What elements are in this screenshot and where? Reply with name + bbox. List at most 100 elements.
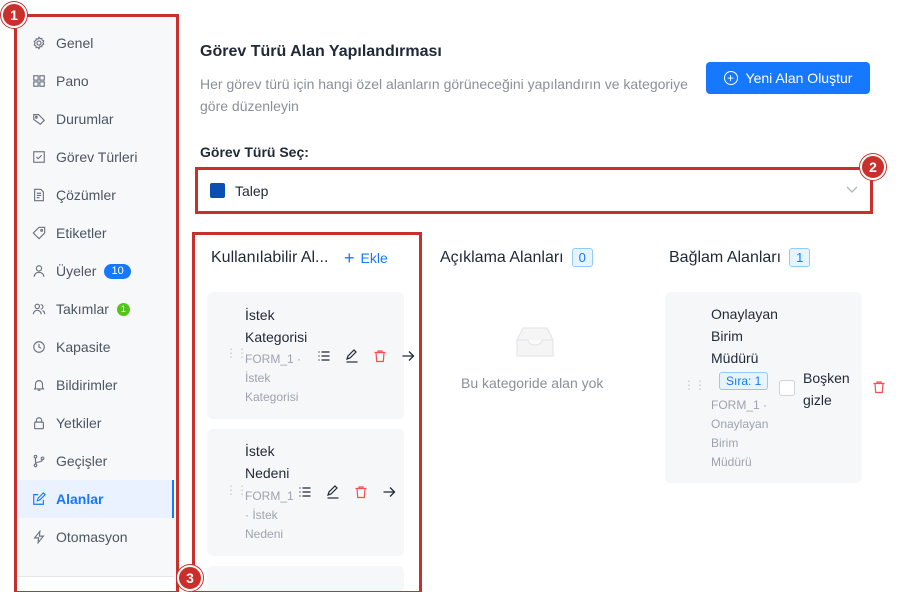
plus-icon: +: [344, 248, 355, 268]
field-card-key: FORM_1 · Onaylayan Birim Müdürü: [711, 396, 768, 472]
plus-circle-icon: +: [723, 71, 738, 85]
bolt-icon: [32, 530, 46, 544]
field-card-key-line: Müdürü: [711, 455, 752, 469]
field-card-title: İstek Nedeni: [245, 440, 289, 484]
sidebar-item-label: Çözümler: [56, 187, 116, 203]
hide-when-empty-label: Boşken gizle: [803, 367, 859, 411]
sidebar-item-alanlar[interactable]: Alanlar: [16, 480, 174, 518]
sidebar-item-label: Üyeler: [56, 263, 97, 279]
sidebar-item-yetkiler[interactable]: Yetkiler: [16, 404, 172, 442]
arrow-right-icon[interactable]: [381, 484, 397, 500]
field-card-key-line: Nedeni: [245, 527, 284, 541]
field-card-title-line: Onaylayan: [711, 306, 778, 322]
new-field-button-label: Yeni Alan Oluştur: [745, 70, 853, 86]
hide-when-empty-checkbox[interactable]: [779, 380, 795, 396]
annotation-marker-2: 2: [860, 154, 886, 180]
empty-inbox-icon: [511, 324, 559, 365]
drag-handle-icon[interactable]: ⋮⋮: [225, 347, 248, 359]
sidebar-item-durumlar[interactable]: Durumlar: [16, 100, 172, 138]
sidebar-item-label: Etiketler: [56, 225, 107, 241]
context-fields-title-text: Bağlam Alanları: [669, 248, 782, 266]
new-field-button[interactable]: + Yeni Alan Oluştur: [706, 62, 870, 94]
members-count-badge: 10: [104, 263, 131, 279]
field-card-title-line: Müdürü: [711, 350, 759, 366]
sidebar-item-gecisler[interactable]: Geçişler: [16, 442, 172, 480]
arrow-right-icon[interactable]: [400, 348, 416, 364]
drag-handle-icon[interactable]: ⋮⋮: [683, 379, 706, 391]
list-icon[interactable]: [316, 348, 332, 364]
sidebar-item-label: Geçişler: [56, 453, 108, 469]
field-card-key: FORM_1 · İstek Kategorisi: [245, 350, 301, 407]
sidebar-item-label: Takımlar: [56, 301, 109, 317]
sidebar-item-bildirimler[interactable]: Bildirimler: [16, 366, 172, 404]
clock-icon: [32, 340, 46, 354]
edit-icon[interactable]: [344, 348, 360, 364]
grid-icon: [32, 74, 46, 88]
delete-icon[interactable]: [372, 348, 388, 364]
description-fields-count: 0: [571, 248, 593, 267]
sidebar-item-label: Kapasite: [56, 339, 111, 355]
description-fields-title-text: Açıklama Alanları: [440, 248, 564, 266]
tag-icon: [32, 112, 46, 126]
field-card-title-line: Nedeni: [245, 465, 290, 481]
field-card[interactable]: İstek Nedeni ⋮⋮ FORM_1 · İstek Nedeni: [207, 429, 404, 556]
field-card-title-line: Kategorisi: [245, 329, 308, 345]
document-icon: [32, 188, 46, 202]
context-fields-title: Bağlam Alanları 1: [669, 248, 811, 267]
edit-icon[interactable]: [325, 484, 341, 500]
sidebar-item-label: Alanlar: [56, 491, 104, 507]
sidebar-item-gorev-turleri[interactable]: Görev Türleri: [16, 138, 172, 176]
sidebar-item-uyeler[interactable]: Üyeler 10: [16, 252, 172, 290]
context-fields-count: 1: [789, 248, 811, 267]
lock-icon: [32, 416, 46, 430]
field-card-title: İstek Kategorisi: [245, 304, 307, 348]
field-card[interactable]: [207, 566, 404, 592]
field-card-key-line: · İstek: [245, 508, 278, 522]
sidebar-item-pano[interactable]: Pano: [16, 62, 172, 100]
label-icon: [32, 226, 46, 240]
available-fields-title-text: Kullanılabilir Al...: [211, 249, 329, 266]
sidebar-item-label: Durumlar: [56, 111, 114, 127]
task-type-selected-value: Talep: [235, 182, 269, 199]
page-description: Her görev türü için hangi özel alanların…: [200, 76, 688, 114]
field-card-title: Onaylayan Birim Müdürü: [711, 303, 778, 369]
field-card-key: FORM_1 · İstek Nedeni: [245, 487, 294, 544]
drag-handle-icon[interactable]: ⋮⋮: [225, 484, 248, 496]
field-card-title-line: İstek: [245, 443, 275, 459]
sidebar-item-etiketler[interactable]: Etiketler: [16, 214, 172, 252]
sidebar-item-otomasyon[interactable]: Otomasyon: [16, 518, 172, 556]
sidebar-footer: [16, 576, 174, 592]
sidebar-item-cozumler[interactable]: Çözümler: [16, 176, 172, 214]
teams-count-badge: 1: [116, 302, 130, 316]
list-icon[interactable]: [297, 484, 313, 500]
sidebar-item-label: Genel: [56, 35, 94, 51]
order-tag: Sıra: 1: [719, 372, 769, 390]
bell-icon: [32, 378, 46, 392]
field-card[interactable]: İstek Kategorisi ⋮⋮ FORM_1 · İstek Kateg…: [207, 292, 415, 419]
field-card-key-line: FORM_1 ·: [245, 352, 302, 366]
field-card-key-line: FORM_1 ·: [711, 398, 768, 412]
task-type-select[interactable]: Talep: [198, 170, 871, 211]
sidebar-item-kapasite[interactable]: Kapasite: [16, 328, 172, 366]
field-card-key-line: Birim: [711, 436, 739, 450]
delete-icon[interactable]: [353, 484, 369, 500]
annotation-marker-3: 3: [177, 565, 203, 591]
sidebar-item-genel[interactable]: Genel: [16, 24, 172, 62]
annotation-marker-1: 1: [1, 2, 27, 28]
sidebar-item-takimlar[interactable]: Takımlar 1: [16, 290, 172, 328]
task-type-color-swatch: [210, 183, 225, 198]
user-icon: [32, 264, 46, 278]
description-fields-title: Açıklama Alanları 0: [440, 248, 593, 267]
branch-icon: [32, 454, 46, 468]
task-type-select-label: Görev Türü Seç:: [200, 144, 309, 160]
sidebar: Genel Pano Durumlar Görev Türleri Çözüml…: [16, 14, 176, 592]
field-card-key-line: FORM_1: [245, 489, 294, 503]
add-field-button[interactable]: + Ekle: [344, 248, 388, 268]
checkbox-label-line: gizle: [803, 392, 832, 408]
sidebar-item-label: Pano: [56, 73, 89, 89]
delete-icon[interactable]: [871, 379, 887, 395]
field-card-title-line: İstek: [245, 307, 275, 323]
sidebar-item-label: Otomasyon: [56, 529, 128, 545]
available-fields-title: Kullanılabilir Al...: [211, 249, 328, 267]
chevron-down-icon: [845, 182, 859, 199]
